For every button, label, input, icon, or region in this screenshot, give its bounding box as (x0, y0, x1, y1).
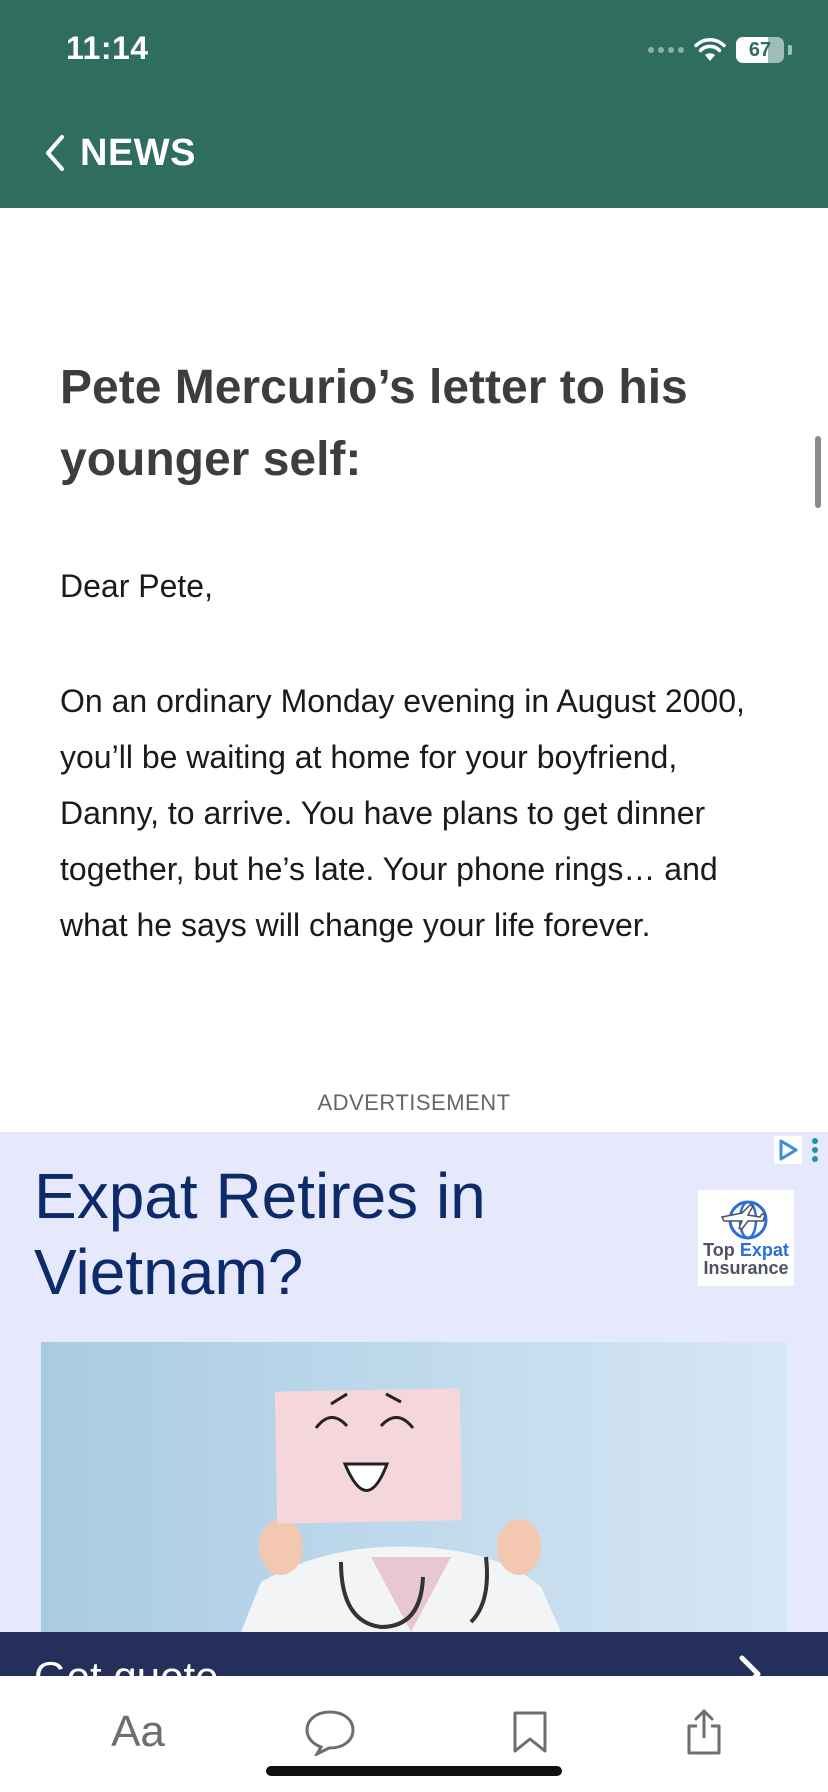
ad-cta-label[interactable]: Get quote (34, 1654, 218, 1677)
chevron-right-icon[interactable] (736, 1654, 764, 1676)
share-icon (687, 1709, 721, 1755)
battery-tip (788, 45, 792, 55)
doctor-with-smiley-sign-illustration (241, 1388, 561, 1632)
wifi-icon (694, 38, 726, 61)
ad-choices[interactable] (774, 1136, 820, 1164)
bookmark-button[interactable] (510, 1706, 550, 1758)
article-paragraph: On an ordinary Monday evening in August … (60, 683, 745, 943)
more-options-icon[interactable] (810, 1136, 820, 1164)
text-size-label: Aa (111, 1707, 165, 1756)
ad-image[interactable] (41, 1342, 787, 1632)
bookmark-icon (513, 1711, 547, 1753)
adchoices-icon[interactable] (774, 1136, 802, 1164)
ad-logo[interactable]: Top Expat Insurance (698, 1190, 794, 1286)
back-button[interactable]: NEWS (44, 128, 196, 178)
text-size-button[interactable]: Aa (106, 1706, 170, 1758)
scroll-indicator[interactable] (815, 436, 821, 508)
comments-button[interactable] (300, 1706, 360, 1758)
ad-cta-bar[interactable]: Get quote (0, 1632, 828, 1676)
back-label: NEWS (80, 131, 196, 174)
ad-headline[interactable]: Expat Retires in Vietnam? (34, 1158, 654, 1310)
advertisement-label: ADVERTISEMENT (317, 1090, 511, 1115)
chevron-left-icon (46, 135, 64, 171)
cellular-signal-icon (648, 47, 684, 53)
ad-logo-text: Top Expat Insurance (703, 1240, 789, 1278)
battery-level: 67 (748, 38, 772, 61)
battery-icon: 67 (736, 37, 784, 63)
status-time: 11:14 (66, 30, 149, 66)
article-title: Pete Mercurio’s letter to his younger se… (60, 361, 688, 486)
comment-bubble-icon (305, 1710, 355, 1756)
home-indicator[interactable] (266, 1766, 562, 1776)
top-header: 11:14 67 NEWS (0, 0, 828, 208)
article-salutation: Dear Pete, (60, 568, 213, 604)
advertisement-banner[interactable]: Expat Retires in Vietnam? Top Expat Insu… (0, 1132, 828, 1632)
globe-plane-icon (720, 1200, 768, 1240)
status-icons: 67 (648, 32, 792, 68)
share-button[interactable] (682, 1706, 726, 1758)
